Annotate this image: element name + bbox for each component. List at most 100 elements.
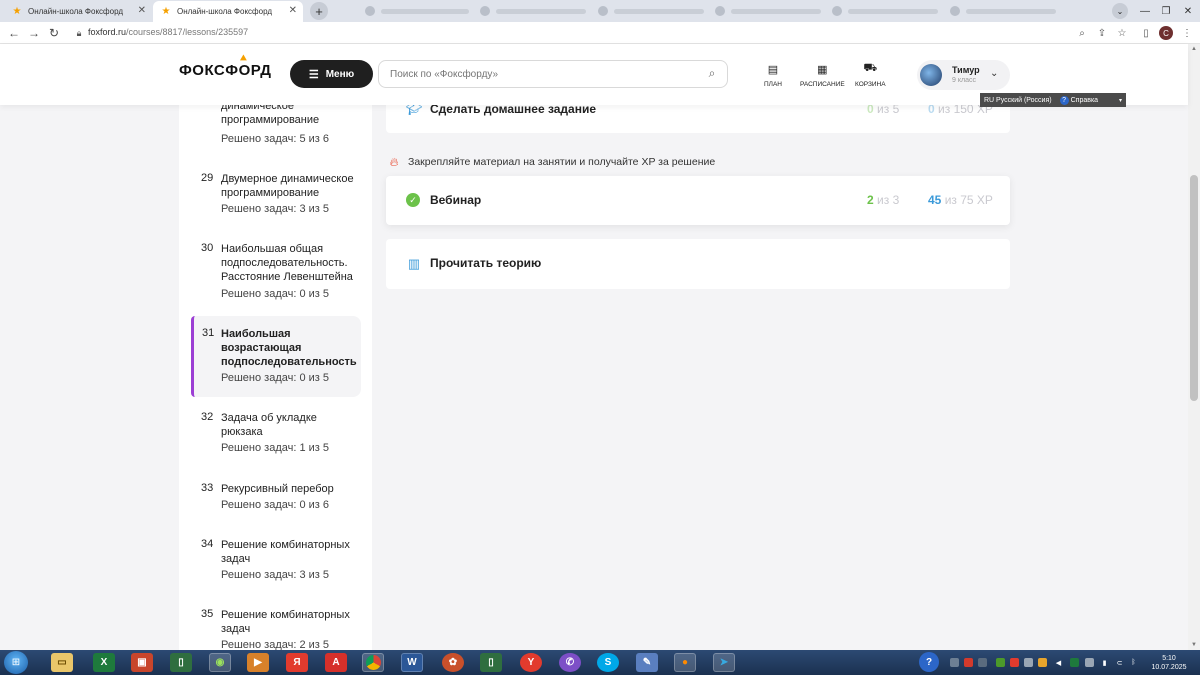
tray-icon[interactable]: [964, 658, 973, 667]
player-icon[interactable]: ▶: [247, 653, 269, 672]
shield-icon[interactable]: [996, 658, 1005, 667]
tab-close-icon[interactable]: ✕: [289, 5, 297, 16]
restore-icon[interactable]: ❐: [1156, 2, 1176, 20]
background-tab[interactable]: [832, 5, 938, 17]
plan-label: ПЛАН: [764, 81, 782, 88]
webinar-done: 2: [867, 193, 874, 207]
new-tab-button[interactable]: +: [310, 2, 328, 20]
help-icon[interactable]: ?: [919, 652, 939, 672]
tab-close-icon[interactable]: ✕: [138, 5, 146, 16]
volume-icon[interactable]: ◀: [1054, 658, 1063, 667]
bookmark-star-icon[interactable]: ☆: [1115, 26, 1129, 40]
chevron-down-icon: ⌄: [990, 68, 999, 79]
background-tab[interactable]: [480, 5, 586, 17]
scroll-down-icon[interactable]: ▼: [1188, 640, 1200, 650]
logo-text: ФОКСФОРД: [179, 62, 272, 79]
lesson-solved: Решено задач: 0 из 5: [221, 288, 329, 300]
lesson-item[interactable]: 35 Решение комбинаторных задач Решено за…: [191, 608, 361, 650]
lock-icon[interactable]: 🔒︎: [73, 27, 85, 39]
tray-icon[interactable]: ⊂: [1115, 658, 1124, 667]
tray-icon[interactable]: [978, 658, 987, 667]
user-menu[interactable]: Тимур 9 класс ⌄: [917, 60, 1010, 90]
explorer-icon[interactable]: ▭: [51, 653, 73, 672]
webinar-card[interactable]: ✓ Вебинар 2 из 3 45 из 75 XP: [386, 176, 1010, 225]
plan-link[interactable]: ▤ ПЛАН: [764, 62, 782, 89]
foxford-logo[interactable]: ⯅ ФОКСФОРД: [179, 53, 272, 79]
minimize-icon[interactable]: —: [1135, 2, 1155, 20]
yandex-tray-icon[interactable]: [1010, 658, 1019, 667]
background-tab[interactable]: [598, 5, 704, 17]
language-bar[interactable]: RU Русский (Россия) ? Справка ▾: [980, 93, 1126, 107]
cart-link[interactable]: ⛟ КОРЗИНА: [855, 62, 886, 88]
system-clock[interactable]: 5:10 10.07.2025: [1141, 654, 1197, 672]
tray-icon[interactable]: [1024, 658, 1033, 667]
chrome-icon[interactable]: [362, 653, 384, 672]
language-label: RU Русский (Россия): [984, 96, 1052, 104]
cinema-icon[interactable]: ◉: [209, 653, 231, 672]
books-icon: ▥: [407, 256, 421, 271]
lesson-title: Рекурсивный перебор: [221, 483, 334, 495]
lesson-item[interactable]: динамическое программирование Решено зад…: [191, 105, 361, 149]
scrollbar-thumb[interactable]: [1190, 175, 1198, 401]
url-field[interactable]: foxford.ru/courses/8817/lessons/235597: [88, 27, 248, 37]
sidebar-toggle-icon[interactable]: ▯: [1139, 26, 1153, 40]
browser-tab[interactable]: ★ Онлайн-школа Фоксфорд ✕: [4, 1, 152, 22]
word-icon[interactable]: W: [401, 653, 423, 672]
viber-icon[interactable]: ✆: [559, 653, 581, 672]
yandex-icon[interactable]: Y: [520, 653, 542, 672]
folder2-icon[interactable]: ▯: [480, 653, 502, 672]
zoom-icon[interactable]: ⌕: [1075, 26, 1089, 40]
theory-card[interactable]: ▥ Прочитать теорию: [386, 239, 1010, 289]
network-icon[interactable]: ▮: [1100, 658, 1109, 667]
share-icon[interactable]: ⇪: [1095, 26, 1109, 40]
background-tab[interactable]: [950, 5, 1056, 17]
presentation-icon[interactable]: ▣: [131, 653, 153, 672]
background-tab[interactable]: [715, 5, 821, 17]
lesson-item[interactable]: 33 Рекурсивный перебор Решено задач: 0 и…: [191, 482, 361, 514]
excel-icon[interactable]: X: [93, 653, 115, 672]
acrobat-icon[interactable]: A: [325, 653, 347, 672]
lesson-item[interactable]: 29 Двумерное динамическое программирован…: [191, 172, 361, 218]
yandex-browser-icon[interactable]: Я: [286, 653, 308, 672]
telegram-icon[interactable]: ➤: [713, 653, 735, 672]
paint-icon[interactable]: ✎: [636, 653, 658, 672]
browser-menu-icon[interactable]: ⋮: [1180, 26, 1194, 40]
url-host: foxford.ru: [88, 27, 127, 37]
tab-title: Онлайн-школа Фоксфорд: [28, 7, 124, 16]
tab-favicon-icon: [950, 6, 960, 16]
help-label[interactable]: Справка: [1071, 97, 1098, 104]
start-button[interactable]: ⊞: [4, 651, 28, 674]
site-search-input[interactable]: [378, 60, 728, 88]
lesson-title: Наибольшая возрастающая подпоследователь…: [221, 328, 357, 368]
skype-icon[interactable]: S: [597, 653, 619, 672]
lesson-sidebar: динамическое программирование Решено зад…: [179, 105, 372, 650]
search-icon[interactable]: ⌕: [705, 66, 719, 80]
tray-icon[interactable]: [950, 658, 959, 667]
close-window-icon[interactable]: ✕: [1178, 2, 1198, 20]
lesson-solved: Решено задач: 3 из 5: [221, 569, 329, 581]
browser-tab-active[interactable]: ★ Онлайн-школа Фоксфорд ✕: [153, 1, 303, 22]
bluetooth-icon[interactable]: ᛒ: [1129, 658, 1138, 667]
chevron-down-icon[interactable]: ▾: [1119, 97, 1122, 104]
forward-arrow-icon[interactable]: →: [26, 25, 42, 41]
schedule-link[interactable]: ▦ РАСПИСАНИЕ: [800, 62, 845, 89]
lesson-item[interactable]: 30 Наибольшая общая подпоследовательност…: [191, 242, 361, 302]
lesson-item[interactable]: 34 Решение комбинаторных задач Решено за…: [191, 538, 361, 584]
lesson-item-active[interactable]: 31 Наибольшая возрастающая подпоследоват…: [191, 316, 361, 397]
lesson-item[interactable]: 32 Задача об укладке рюкзака Решено зада…: [191, 411, 361, 457]
tray-icon[interactable]: [1085, 658, 1094, 667]
background-tab[interactable]: [365, 5, 469, 17]
firefox-icon[interactable]: ●: [674, 653, 696, 672]
media-icon[interactable]: ✿: [442, 653, 464, 672]
scroll-up-icon[interactable]: ▲: [1188, 44, 1200, 54]
back-arrow-icon[interactable]: ←: [6, 25, 22, 41]
menu-button[interactable]: ☰ Меню: [290, 60, 373, 88]
lesson-number: 31: [202, 327, 215, 339]
reload-icon[interactable]: ↻: [46, 25, 62, 41]
lesson-title: динамическое программирование: [221, 105, 320, 126]
tab-search-button[interactable]: ⌄: [1112, 3, 1128, 19]
tray-icon[interactable]: [1038, 658, 1047, 667]
tray-icon[interactable]: [1070, 658, 1079, 667]
profile-avatar[interactable]: С: [1159, 26, 1173, 40]
folder-icon[interactable]: ▯: [170, 653, 192, 672]
